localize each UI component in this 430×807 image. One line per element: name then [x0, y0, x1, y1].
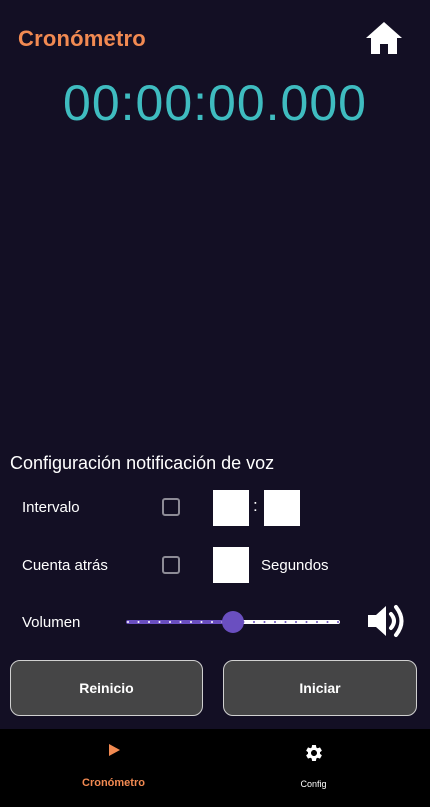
voice-config-title: Configuración notificación de voz	[10, 453, 275, 473]
volume-slider-tick	[316, 621, 318, 623]
volume-slider-tick	[284, 621, 287, 623]
volume-slider-tick	[295, 621, 297, 623]
volume-slider-tick	[263, 621, 266, 623]
countdown-seconds-input[interactable]	[213, 547, 249, 583]
volume-button[interactable]	[366, 602, 406, 640]
home-icon	[366, 22, 402, 54]
volume-slider-tick	[326, 621, 329, 623]
volume-slider-tick	[305, 621, 308, 623]
volume-icon	[368, 605, 404, 637]
volume-slider-tick	[253, 621, 255, 623]
volume-slider-tick	[200, 621, 203, 623]
page-title: Cronómetro	[18, 26, 146, 51]
app-header: Cronómetro	[0, 0, 430, 80]
bottom-navigation: Cronómetro Config	[0, 729, 430, 807]
volume-slider-tick	[148, 621, 150, 623]
nav-item-config[interactable]: Config	[206, 729, 421, 807]
nav-item-cronometro[interactable]: Cronómetro	[6, 729, 221, 807]
interval-checkbox[interactable]	[162, 498, 180, 516]
volume-label: Volumen	[22, 614, 81, 631]
volume-slider-tick	[179, 621, 182, 623]
volume-slider-tick	[211, 621, 213, 623]
timer-display: 00:00:00.000	[63, 75, 367, 131]
volume-slider[interactable]	[126, 610, 340, 634]
volume-slider-thumb[interactable]	[222, 611, 244, 633]
gear-icon	[305, 745, 322, 761]
countdown-label: Cuenta atrás	[22, 557, 108, 574]
interval-separator: :	[253, 496, 258, 515]
volume-slider-tick	[169, 621, 171, 623]
interval-label: Intervalo	[22, 499, 80, 516]
volume-slider-tick	[337, 621, 339, 623]
play-icon	[108, 744, 120, 756]
reset-button[interactable]: Reinicio	[10, 660, 203, 716]
volume-slider-tick	[274, 621, 276, 623]
volume-slider-tick	[127, 621, 129, 623]
countdown-unit-label: Segundos	[261, 557, 329, 574]
home-button[interactable]	[362, 18, 406, 58]
nav-label-config: Config	[300, 779, 327, 789]
interval-seconds-input[interactable]	[264, 490, 300, 526]
interval-minutes-input[interactable]	[213, 490, 249, 526]
volume-slider-tick	[158, 621, 161, 623]
start-button[interactable]: Iniciar	[223, 660, 417, 716]
nav-label-cronometro: Cronómetro	[82, 777, 145, 789]
countdown-checkbox[interactable]	[162, 556, 180, 574]
volume-slider-tick	[190, 621, 192, 623]
volume-slider-tick	[137, 621, 140, 623]
